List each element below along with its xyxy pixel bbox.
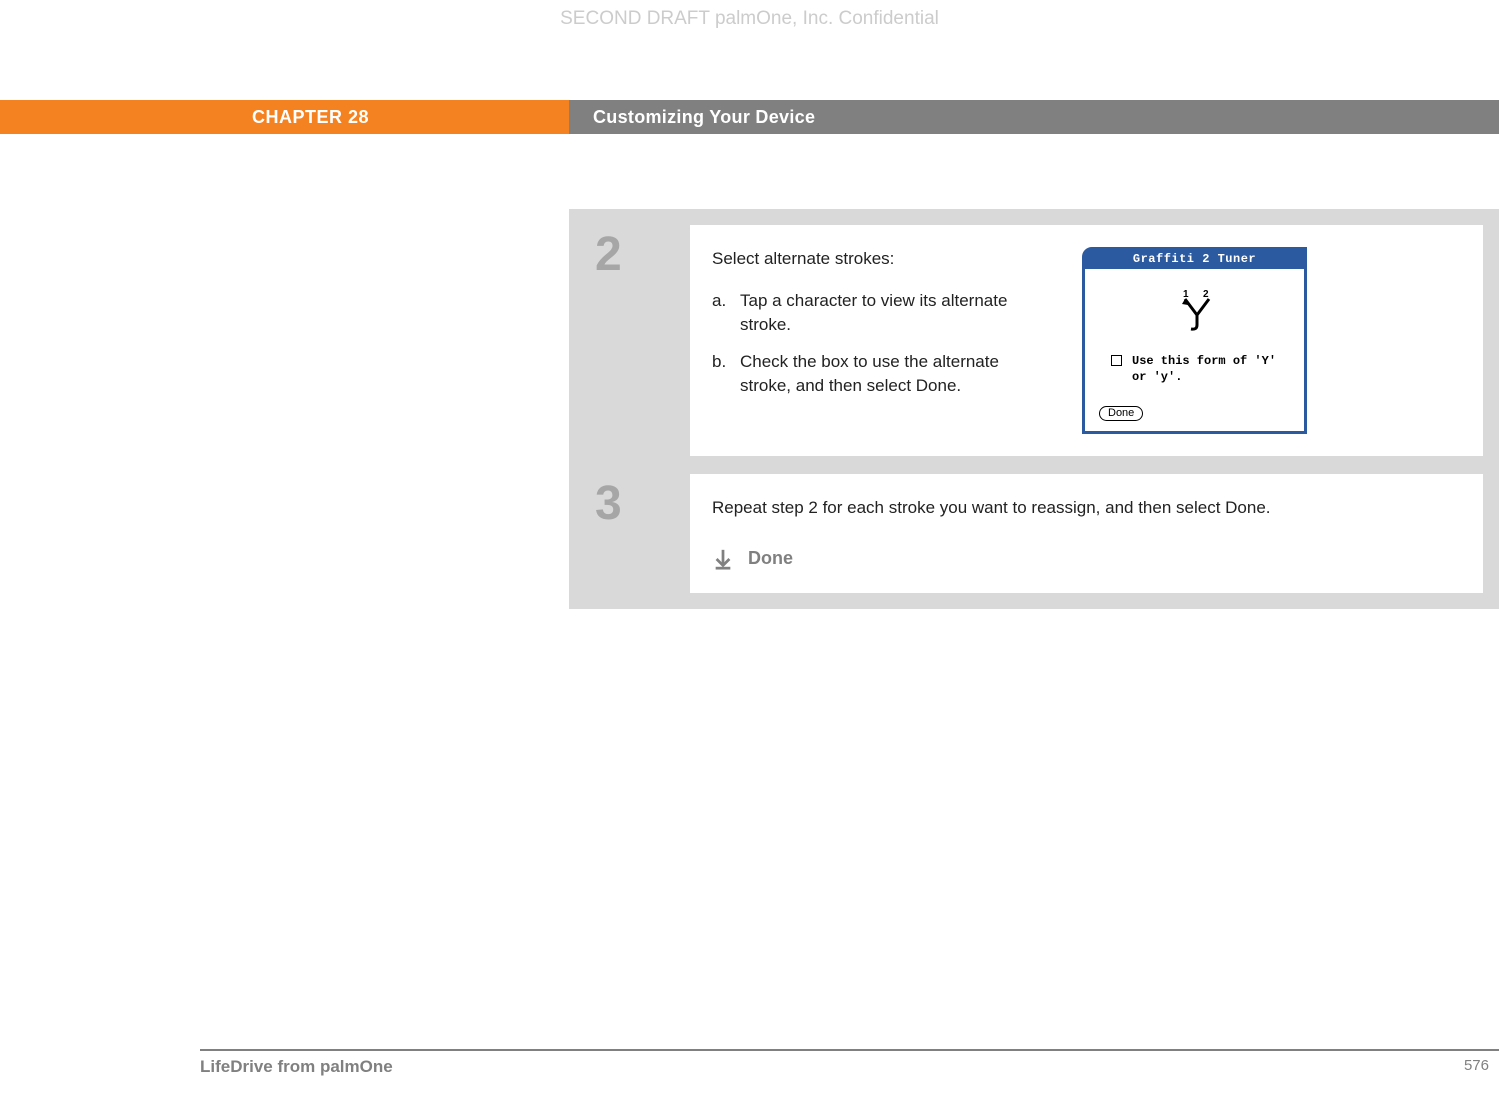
step-2-text: Select alternate strokes: a. Tap a chara…: [712, 247, 1052, 434]
step-3-body: Repeat step 2 for each stroke you want t…: [690, 474, 1483, 593]
use-form-checkbox[interactable]: [1111, 355, 1122, 366]
watermark-text: SECOND DRAFT palmOne, Inc. Confidential: [0, 8, 1499, 30]
dialog-title: Graffiti 2 Tuner: [1085, 250, 1304, 269]
list-text: Check the box to use the alternate strok…: [740, 350, 1052, 398]
step-3-row: 3 Repeat step 2 for each stroke you want…: [585, 474, 1483, 593]
step-2-intro: Select alternate strokes:: [712, 247, 1052, 271]
step-number: 3: [595, 480, 690, 528]
chapter-title: Customizing Your Device: [569, 100, 1499, 134]
steps-container: 2 Select alternate strokes: a. Tap a cha…: [569, 209, 1499, 609]
step-number-col: 2: [585, 225, 690, 456]
checkbox-row: Use this form of 'Y' or 'y'.: [1099, 354, 1294, 385]
arrow-down-icon: [712, 548, 734, 570]
done-label: Done: [748, 546, 793, 571]
done-line: Done: [712, 546, 1461, 571]
header-bar: CHAPTER 28 Customizing Your Device: [0, 100, 1499, 134]
list-text: Tap a character to view its alternate st…: [740, 289, 1052, 337]
step-3-text: Repeat step 2 for each stroke you want t…: [712, 496, 1461, 520]
step-2-body: Select alternate strokes: a. Tap a chara…: [690, 225, 1483, 456]
checkbox-label: Use this form of 'Y' or 'y'.: [1132, 354, 1294, 385]
dialog-done-button[interactable]: Done: [1099, 406, 1143, 421]
y-character-icon: 1 2: [1099, 279, 1294, 336]
list-item: a. Tap a character to view its alternate…: [712, 289, 1052, 337]
step-number-col: 3: [585, 474, 690, 593]
step-number: 2: [595, 231, 690, 279]
list-marker: a.: [712, 289, 740, 337]
step-2-figure: Graffiti 2 Tuner 1 2: [1082, 247, 1461, 434]
dialog-body: 1 2 Use this form of 'Y' or 'y'. Done: [1085, 269, 1304, 431]
page-number: 576: [1464, 1057, 1489, 1077]
footer: LifeDrive from palmOne 576: [200, 1049, 1499, 1077]
footer-product: LifeDrive from palmOne: [200, 1057, 393, 1077]
list-item: b. Check the box to use the alternate st…: [712, 350, 1052, 398]
list-marker: b.: [712, 350, 740, 398]
graffiti-tuner-dialog: Graffiti 2 Tuner 1 2: [1082, 247, 1307, 434]
step-2-sublist: a. Tap a character to view its alternate…: [712, 289, 1052, 398]
chapter-label: CHAPTER 28: [0, 100, 569, 134]
step-2-row: 2 Select alternate strokes: a. Tap a cha…: [585, 225, 1483, 456]
